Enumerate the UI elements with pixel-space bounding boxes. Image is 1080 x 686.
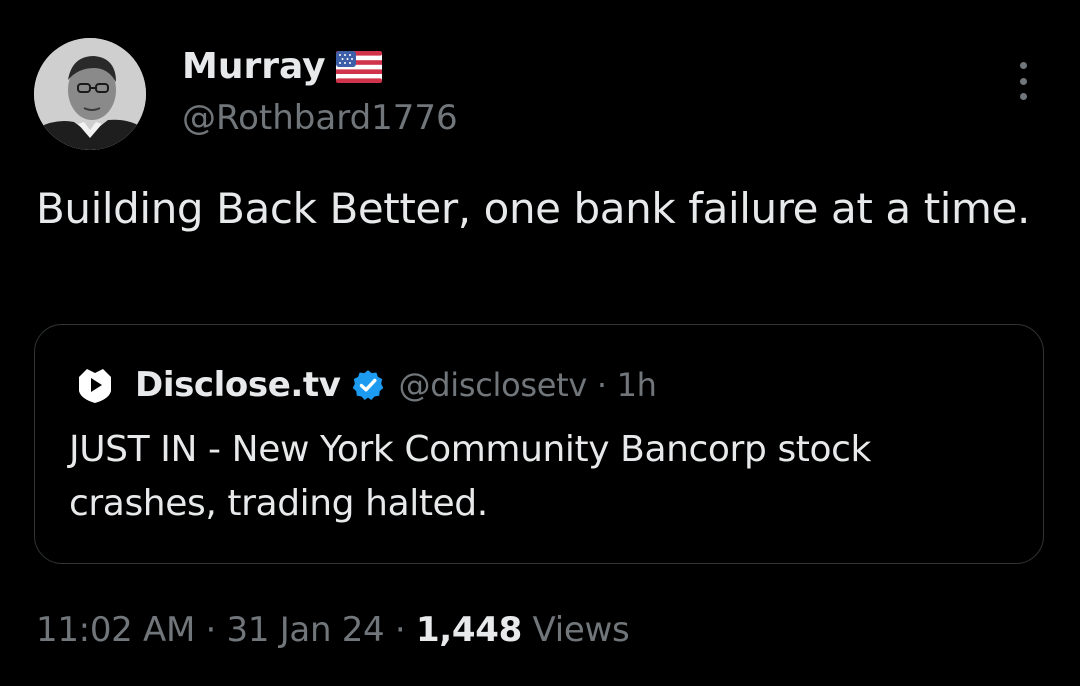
quoted-age: 1h xyxy=(616,366,657,404)
more-options-icon[interactable] xyxy=(1008,62,1038,100)
disclose-tv-logo-icon xyxy=(73,363,117,407)
quoted-tweet-text: JUST IN - New York Community Bancorp sto… xyxy=(69,429,871,524)
verified-badge-icon xyxy=(351,368,385,402)
author-handle[interactable]: @Rothbard1776 xyxy=(182,96,458,140)
tweet-time[interactable]: 11:02 AM xyxy=(36,610,195,650)
quoted-tweet-header: Disclose.tv @disclosetv · 1h xyxy=(73,363,657,407)
views-count: 1,448 xyxy=(415,610,522,650)
author-display-name[interactable]: Murray xyxy=(182,44,326,90)
avatar-photo xyxy=(34,38,146,150)
tweet-text: Building Back Better, one bank failure a… xyxy=(36,184,1030,233)
us-flag-icon xyxy=(335,51,382,83)
tweet-date[interactable]: 31 Jan 24 xyxy=(227,610,385,650)
more-dot xyxy=(1019,62,1027,69)
quoted-author-name[interactable]: Disclose.tv xyxy=(135,365,341,405)
quoted-tweet-card[interactable]: Disclose.tv @disclosetv · 1h JUST IN - N… xyxy=(34,324,1044,564)
tweet-meta: 11:02 AM · 31 Jan 24 · 1,448 Views xyxy=(36,606,630,654)
quoted-handle-text: @disclosetv xyxy=(398,366,588,404)
meta-separator: · xyxy=(205,610,217,650)
avatar[interactable] xyxy=(34,38,146,150)
more-dot xyxy=(1019,77,1027,85)
views-label: Views xyxy=(532,610,630,650)
more-dot xyxy=(1019,93,1027,100)
author-name[interactable]: Murray xyxy=(182,44,382,90)
meta-separator: · xyxy=(394,610,406,650)
quoted-author-handle[interactable]: @disclosetv · 1h xyxy=(399,366,657,404)
quoted-separator: · xyxy=(596,366,607,404)
